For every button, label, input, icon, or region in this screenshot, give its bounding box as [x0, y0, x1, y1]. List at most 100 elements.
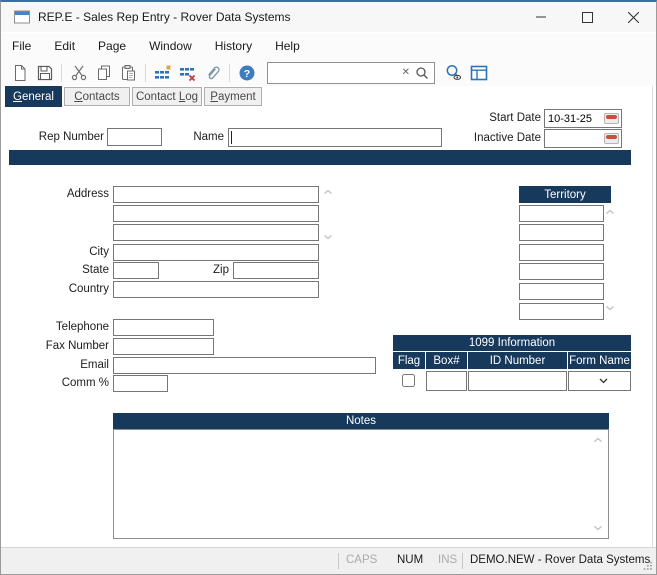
app-window: REP.E - Sales Rep Entry - Rover Data Sys… — [0, 0, 657, 575]
rep-number-label: Rep Number — [6, 129, 104, 146]
territory-row-input[interactable] — [519, 263, 604, 280]
copy-icon — [95, 64, 113, 82]
resize-grip[interactable] — [642, 560, 653, 571]
name-field-wrap — [228, 128, 442, 147]
title-bar[interactable]: REP.E - Sales Rep Entry - Rover Data Sys… — [1, 2, 656, 32]
svg-text:?: ? — [243, 67, 249, 79]
flag-checkbox[interactable] — [402, 374, 415, 387]
minimize-button[interactable] — [518, 2, 564, 32]
email-label: Email — [11, 357, 109, 374]
chevron-down-icon — [599, 378, 608, 384]
name-input[interactable] — [232, 132, 441, 144]
inactive-date-input[interactable] — [545, 133, 604, 145]
notes-textarea[interactable] — [113, 429, 609, 539]
tab-payment[interactable]: Payment — [204, 87, 262, 106]
address-label: Address — [11, 186, 109, 203]
cut-button[interactable] — [66, 61, 91, 84]
zip-label: Zip — [191, 262, 229, 279]
tab-contact-log[interactable]: Contact Log — [132, 87, 202, 106]
paperclip-icon — [204, 64, 222, 82]
toolbar-search-box: ✕ — [267, 62, 435, 84]
menu-page[interactable]: Page — [89, 34, 135, 58]
territory-row-input[interactable] — [519, 283, 604, 300]
new-document-icon — [11, 64, 29, 82]
menu-edit[interactable]: Edit — [45, 34, 84, 58]
new-button[interactable] — [7, 61, 32, 84]
menu-file[interactable]: File — [3, 34, 40, 58]
comm-percent-label: Comm % — [11, 375, 109, 392]
form-name-dropdown[interactable] — [568, 371, 631, 391]
minimize-icon — [536, 12, 546, 22]
toolbar-separator — [229, 64, 230, 82]
territory-row-input[interactable] — [519, 244, 604, 261]
fax-number-input[interactable] — [113, 338, 214, 355]
lookup-button[interactable] — [441, 61, 466, 84]
address-scroll-up-icon[interactable] — [323, 189, 333, 195]
calendar-icon[interactable] — [604, 133, 619, 144]
inactive-date-label: Inactive Date — [433, 130, 541, 147]
state-input[interactable] — [113, 262, 159, 279]
num-indicator: NUM — [397, 554, 423, 566]
copy-button[interactable] — [91, 61, 116, 84]
status-message: DEMO.NEW - Rover Data Systems — [470, 554, 650, 566]
address-line2-input[interactable] — [113, 205, 319, 222]
zip-input[interactable] — [233, 262, 319, 279]
maximize-button[interactable] — [564, 2, 610, 32]
comm-percent-input[interactable] — [113, 375, 168, 392]
save-button[interactable] — [32, 61, 57, 84]
cut-icon — [70, 64, 88, 82]
box-number-input[interactable] — [426, 371, 467, 391]
ins-indicator: INS — [438, 554, 457, 566]
state-label: State — [11, 262, 109, 279]
email-input[interactable] — [113, 357, 376, 374]
country-label: Country — [11, 281, 109, 298]
territory-scroll-up-icon[interactable] — [605, 209, 615, 215]
menu-history[interactable]: History — [206, 34, 261, 58]
insert-row-icon — [154, 64, 172, 82]
paste-button[interactable] — [116, 61, 141, 84]
telephone-input[interactable] — [113, 319, 214, 336]
tab-general[interactable]: General — [5, 86, 62, 107]
col-header-form-name: Form Name — [568, 352, 631, 369]
close-button[interactable] — [610, 2, 656, 32]
telephone-label: Telephone — [11, 319, 109, 336]
tab-strip: General Contacts Contact Log Payment — [1, 86, 656, 107]
delete-row-button[interactable] — [175, 61, 200, 84]
territory-header: Territory — [519, 186, 611, 203]
territory-row-input[interactable] — [519, 303, 604, 320]
window-title: REP.E - Sales Rep Entry - Rover Data Sys… — [38, 10, 291, 24]
caps-indicator: CAPS — [346, 554, 377, 566]
country-input[interactable] — [113, 281, 319, 298]
layout-button[interactable] — [466, 61, 491, 84]
status-bar: CAPS NUM INS DEMO.NEW - Rover Data Syste… — [1, 547, 656, 574]
address-line1-input[interactable] — [113, 186, 319, 203]
status-separator — [338, 553, 339, 569]
save-icon — [36, 64, 54, 82]
id-number-input[interactable] — [468, 371, 567, 391]
address-line3-input[interactable] — [113, 224, 319, 241]
search-input[interactable] — [273, 67, 397, 79]
menu-help[interactable]: Help — [266, 34, 309, 58]
col-header-box: Box# — [426, 352, 467, 369]
notes-scroll-up-icon[interactable] — [593, 437, 603, 443]
notes-scroll-down-icon[interactable] — [593, 525, 603, 531]
attachment-button[interactable] — [200, 61, 225, 84]
start-date-field-wrap — [544, 109, 622, 128]
territory-row-input[interactable] — [519, 224, 604, 241]
search-icon[interactable] — [415, 66, 429, 80]
city-label: City — [11, 244, 109, 261]
start-date-input[interactable] — [545, 113, 604, 125]
help-button[interactable]: ? — [234, 61, 259, 84]
address-scroll-down-icon[interactable] — [323, 234, 333, 240]
toolbar-separator — [61, 64, 62, 82]
menu-window[interactable]: Window — [140, 34, 201, 58]
insert-row-button[interactable] — [150, 61, 175, 84]
territory-scroll-down-icon[interactable] — [605, 305, 615, 311]
fax-number-label: Fax Number — [11, 338, 109, 355]
city-input[interactable] — [113, 244, 319, 261]
clear-search-icon[interactable]: ✕ — [397, 67, 415, 78]
territory-row-input[interactable] — [519, 205, 604, 222]
tab-contacts[interactable]: Contacts — [64, 87, 130, 106]
name-label: Name — [151, 129, 224, 146]
calendar-icon[interactable] — [604, 113, 619, 124]
